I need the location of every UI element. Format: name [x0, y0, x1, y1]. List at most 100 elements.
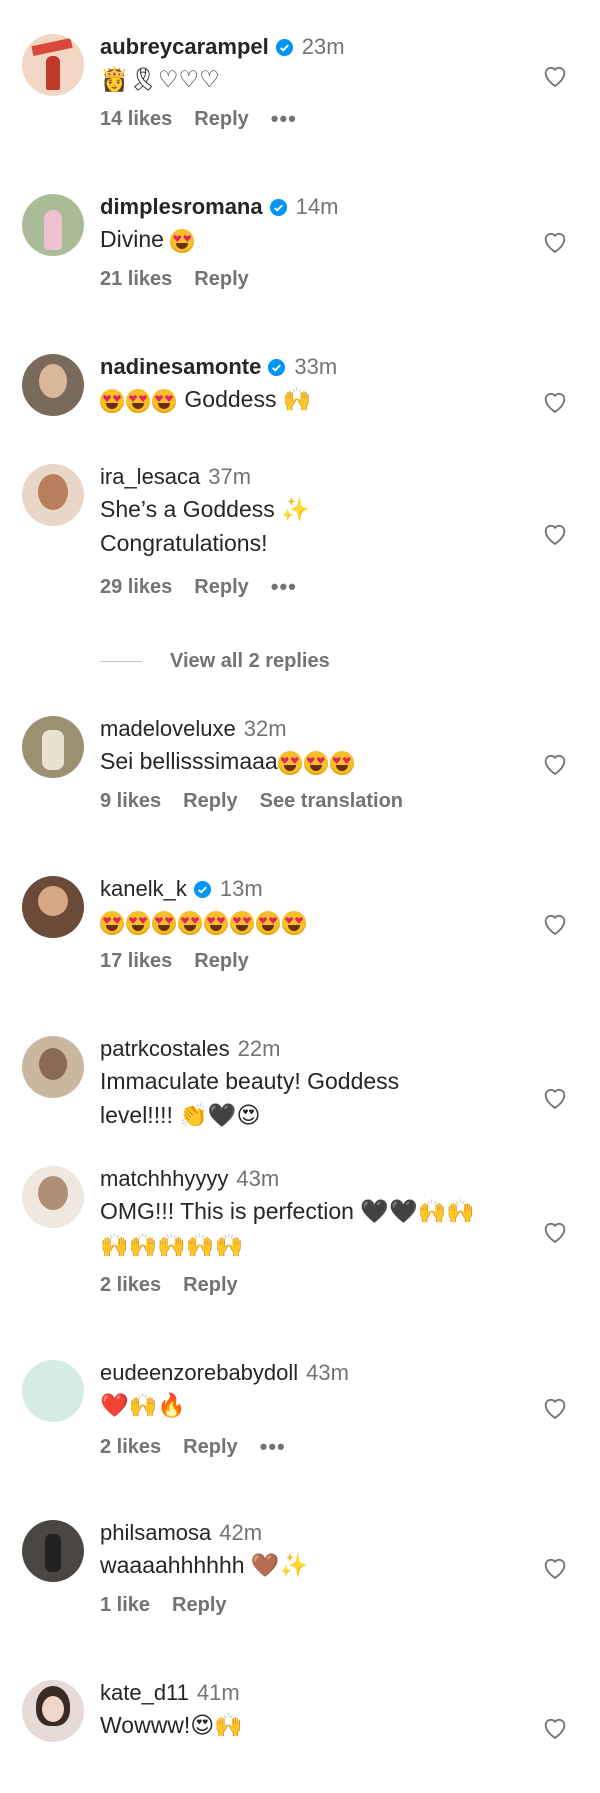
reply-button[interactable]: Reply — [172, 1594, 226, 1617]
comment-header: ira_lesaca 37m — [100, 462, 251, 492]
like-heart-icon[interactable] — [541, 62, 569, 90]
comment-text: Goddess 🙌 — [100, 382, 540, 416]
heart-eyes-emoji — [126, 388, 150, 413]
comment-header: matchhhyyyy 43m — [100, 1164, 279, 1194]
username[interactable]: ira_lesaca — [100, 464, 200, 490]
more-options-icon[interactable]: ••• — [271, 106, 297, 132]
username[interactable]: dimplesromana — [100, 194, 263, 220]
like-heart-icon[interactable] — [541, 1714, 569, 1742]
comment-text-line: 🙌🙌🙌🙌🙌 — [100, 1232, 244, 1258]
reply-button[interactable]: Reply — [194, 576, 248, 599]
like-heart-icon[interactable] — [541, 1394, 569, 1422]
username[interactable]: aubreycarampel — [100, 34, 269, 60]
username[interactable]: matchhhyyyy — [100, 1166, 228, 1192]
heart-eyes-emoji — [152, 910, 176, 935]
comment-text-line: Immaculate beauty! Goddess — [100, 1068, 400, 1094]
reply-button[interactable]: Reply — [194, 108, 248, 131]
comment-time: 32m — [243, 716, 287, 741]
raised-hands-emoji: 🙌 — [282, 386, 312, 412]
likes-count[interactable]: 2 likes — [100, 1436, 161, 1459]
comment-time: 43m — [306, 1360, 349, 1385]
avatar[interactable] — [22, 194, 84, 256]
reply-button[interactable]: Reply — [183, 1274, 237, 1297]
heart-eyes-emoji — [178, 910, 202, 935]
reply-button[interactable]: Reply — [194, 268, 248, 291]
avatar[interactable] — [22, 1680, 84, 1742]
comment-actions: 21 likes Reply — [100, 268, 271, 291]
comment-text: Immaculate beauty! Goddess level!!!! 👏🖤😍 — [100, 1064, 540, 1132]
username[interactable]: madeloveluxe — [100, 716, 236, 742]
likes-count[interactable]: 17 likes — [100, 950, 172, 973]
comment-time: 41m — [196, 1680, 240, 1705]
like-heart-icon[interactable] — [541, 388, 569, 416]
comment-header: kanelk_k 13m — [100, 874, 263, 904]
like-heart-icon[interactable] — [541, 750, 569, 778]
username[interactable]: patrkcostales — [100, 1036, 230, 1062]
comment-time: 42m — [219, 1520, 263, 1545]
reply-button[interactable]: Reply — [183, 790, 237, 813]
avatar[interactable] — [22, 876, 84, 938]
comment-actions: 17 likes Reply — [100, 950, 271, 973]
comment-header: nadinesamonte 33m — [100, 352, 337, 382]
avatar[interactable] — [22, 1036, 84, 1098]
view-replies-label: View all 2 replies — [170, 650, 330, 672]
view-replies-button[interactable]: View all 2 replies — [100, 650, 330, 673]
comment-text: waaaahhhhhh 🤎✨ — [100, 1548, 540, 1582]
likes-count[interactable]: 1 like — [100, 1594, 150, 1617]
avatar[interactable] — [22, 34, 84, 96]
avatar[interactable] — [22, 716, 84, 778]
username[interactable]: philsamosa — [100, 1520, 211, 1546]
heart-eyes-emoji — [126, 910, 150, 935]
comment-text: Sei bellisssimaaa — [100, 744, 540, 778]
verified-badge-icon — [193, 880, 211, 898]
comment-time: 13m — [219, 876, 263, 901]
heart-eyes-emoji — [100, 910, 124, 935]
username[interactable]: nadinesamonte — [100, 354, 261, 380]
comment-header: madeloveluxe 32m — [100, 714, 287, 744]
comment-emojis: ❤️🙌🔥 — [100, 1392, 186, 1418]
username[interactable]: kanelk_k — [100, 876, 187, 902]
comment-header: philsamosa 42m — [100, 1518, 262, 1548]
comment-actions: 9 likes Reply See translation — [100, 790, 425, 813]
like-heart-icon[interactable] — [541, 910, 569, 938]
likes-count[interactable]: 21 likes — [100, 268, 172, 291]
avatar[interactable] — [22, 1360, 84, 1422]
more-options-icon[interactable]: ••• — [271, 574, 297, 600]
like-heart-icon[interactable] — [541, 520, 569, 548]
heart-eyes-emoji — [170, 228, 195, 253]
avatar[interactable] — [22, 354, 84, 416]
comment-text-content: Sei bellisssimaaa — [100, 748, 278, 774]
verified-badge-icon — [268, 358, 286, 376]
avatar[interactable] — [22, 464, 84, 526]
avatar[interactable] — [22, 1166, 84, 1228]
comment-text: Wowww!😍🙌 — [100, 1708, 540, 1742]
comment-text-content: Divine — [100, 226, 164, 252]
like-heart-icon[interactable] — [541, 1218, 569, 1246]
likes-count[interactable]: 29 likes — [100, 576, 172, 599]
heart-eyes-emoji — [152, 388, 176, 413]
likes-count[interactable]: 14 likes — [100, 108, 172, 131]
likes-count[interactable]: 2 likes — [100, 1274, 161, 1297]
likes-count[interactable]: 9 likes — [100, 790, 161, 813]
username[interactable]: kate_d11 — [100, 1680, 189, 1706]
comment-header: aubreycarampel 23m — [100, 32, 345, 62]
comment-text: OMG!!! This is perfection 🖤🖤🙌🙌 🙌🙌🙌🙌🙌 — [100, 1194, 540, 1262]
see-translation-button[interactable]: See translation — [260, 790, 403, 813]
heart-eyes-emoji — [329, 750, 354, 775]
comment-header: eudeenzorebabydoll 43m — [100, 1358, 349, 1388]
comment-text-content: waaaahhhhhh 🤎✨ — [100, 1552, 309, 1578]
like-heart-icon[interactable] — [541, 1084, 569, 1112]
username[interactable]: eudeenzorebabydoll — [100, 1360, 298, 1386]
heart-eyes-emoji — [230, 910, 254, 935]
like-heart-icon[interactable] — [541, 1554, 569, 1582]
heart-eyes-emoji — [277, 750, 302, 775]
reply-button[interactable]: Reply — [194, 950, 248, 973]
comment-actions: 2 likes Reply ••• — [100, 1434, 308, 1460]
more-options-icon[interactable]: ••• — [260, 1434, 286, 1460]
comment-header: patrkcostales 22m — [100, 1034, 280, 1064]
heart-eyes-emoji — [256, 910, 280, 935]
heart-eyes-emoji — [100, 388, 124, 413]
like-heart-icon[interactable] — [541, 228, 569, 256]
reply-button[interactable]: Reply — [183, 1436, 237, 1459]
avatar[interactable] — [22, 1520, 84, 1582]
